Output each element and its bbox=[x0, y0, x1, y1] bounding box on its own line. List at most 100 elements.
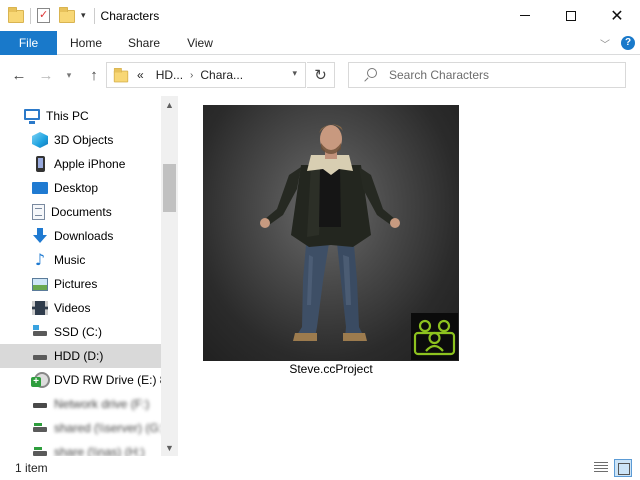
maximize-button[interactable] bbox=[548, 0, 594, 31]
tab-view[interactable]: View bbox=[182, 31, 218, 55]
file-name: Steve.ccProject bbox=[289, 362, 373, 376]
recent-locations-button[interactable]: ▾ bbox=[62, 64, 76, 86]
sidebar-item-apple-iphone[interactable]: Apple iPhone bbox=[0, 152, 161, 176]
title-bar: ▾ Characters ✕ bbox=[0, 0, 640, 31]
up-arrow-icon: ↑ bbox=[90, 66, 98, 84]
desktop-icon bbox=[32, 182, 48, 194]
tab-home[interactable]: Home bbox=[64, 31, 108, 55]
ribbon-tabs: File Home Share View ﹀ ? bbox=[0, 31, 640, 55]
character-creator-project-icon bbox=[411, 313, 458, 360]
window-title: Characters bbox=[100, 8, 160, 23]
toolbar-divider bbox=[30, 7, 31, 24]
sidebar-item-label: Videos bbox=[54, 301, 91, 315]
pictures-icon bbox=[32, 277, 48, 291]
back-button[interactable]: ← bbox=[9, 64, 29, 86]
navigation-pane-scrollbar[interactable]: ▲ ▼ bbox=[161, 96, 178, 456]
sidebar-item-label: Music bbox=[54, 253, 86, 267]
search-input[interactable]: Search Characters bbox=[348, 62, 626, 88]
refresh-icon: ↻ bbox=[314, 66, 327, 84]
music-icon: ♪ bbox=[34, 250, 46, 269]
quick-access-toolbar: ▾ Characters bbox=[0, 0, 159, 31]
network-drive-icon bbox=[32, 444, 48, 456]
maximize-icon bbox=[566, 10, 576, 21]
refresh-button[interactable]: ↻ bbox=[307, 62, 335, 88]
sidebar-item-3d-objects[interactable]: 3D Objects bbox=[0, 128, 161, 152]
large-icons-view-button[interactable] bbox=[614, 459, 632, 477]
status-bar: 1 item bbox=[0, 456, 640, 480]
ssd-drive-icon bbox=[32, 324, 48, 340]
address-dropdown-icon[interactable]: ▾ bbox=[292, 68, 297, 79]
sidebar-item-network-drive[interactable]: share (\\nas) (H:) bbox=[0, 440, 161, 456]
help-button[interactable]: ? bbox=[620, 31, 636, 55]
navigation-pane: This PC 3D Objects Apple iPhone Desktop … bbox=[0, 96, 178, 456]
sidebar-item-desktop[interactable]: Desktop bbox=[0, 176, 161, 200]
back-arrow-icon: ← bbox=[11, 66, 27, 84]
breadcrumb-separator-icon[interactable]: › bbox=[190, 70, 193, 81]
customize-toolbar-dropdown-icon[interactable]: ▾ bbox=[81, 10, 86, 21]
network-drive-icon bbox=[32, 420, 48, 436]
breadcrumb-characters[interactable]: Chara... bbox=[200, 68, 243, 82]
sidebar-item-label: Apple iPhone bbox=[54, 157, 126, 171]
minimize-button[interactable] bbox=[502, 0, 548, 31]
toolbar-divider bbox=[93, 7, 95, 24]
chevron-down-icon: ▾ bbox=[66, 69, 72, 80]
videos-icon bbox=[32, 301, 48, 315]
new-folder-icon[interactable] bbox=[59, 6, 75, 24]
chevron-down-icon: ▼ bbox=[165, 442, 174, 453]
scroll-up-button[interactable]: ▲ bbox=[161, 96, 178, 113]
breadcrumb-overflow[interactable]: « bbox=[137, 68, 144, 82]
sidebar-item-label: HDD (D:) bbox=[54, 349, 104, 363]
minimize-icon bbox=[520, 15, 530, 16]
sidebar-item-hdd-d[interactable]: HDD (D:) bbox=[0, 344, 161, 368]
tab-share[interactable]: Share bbox=[124, 31, 164, 55]
chevron-down-icon: ﹀ bbox=[600, 39, 610, 51]
dvd-drive-icon bbox=[31, 372, 50, 388]
sidebar-item-label: SSD (C:) bbox=[54, 325, 102, 339]
chevron-up-icon: ▲ bbox=[165, 99, 174, 110]
sidebar-item-dvd-e[interactable]: DVD RW Drive (E:) 89 bbox=[0, 368, 161, 392]
forward-button[interactable]: → bbox=[36, 64, 56, 86]
sidebar-item-label: Downloads bbox=[54, 229, 114, 243]
properties-icon[interactable] bbox=[37, 7, 53, 24]
expand-ribbon-button[interactable]: ﹀ bbox=[597, 31, 613, 55]
network-drive-icon bbox=[32, 396, 48, 412]
documents-icon bbox=[32, 204, 45, 220]
forward-arrow-icon: → bbox=[38, 66, 54, 84]
sidebar-item-network-drive[interactable]: Network drive (F:) bbox=[0, 392, 161, 416]
breadcrumb-hdd[interactable]: HD... bbox=[156, 68, 183, 82]
tab-file[interactable]: File bbox=[0, 31, 57, 55]
sidebar-item-pictures[interactable]: Pictures bbox=[0, 272, 161, 296]
file-thumbnail bbox=[203, 105, 459, 361]
file-list-pane: Steve.ccProject bbox=[178, 96, 640, 456]
search-icon bbox=[363, 68, 377, 82]
up-button[interactable]: ↑ bbox=[84, 64, 104, 86]
sidebar-item-this-pc[interactable]: This PC bbox=[0, 104, 161, 128]
3d-objects-icon bbox=[32, 132, 48, 148]
sidebar-item-downloads[interactable]: Downloads bbox=[0, 224, 161, 248]
sidebar-item-music[interactable]: ♪ Music bbox=[0, 248, 161, 272]
item-count: 1 item bbox=[15, 461, 48, 475]
sidebar-item-label: Pictures bbox=[54, 277, 98, 291]
close-icon: ✕ bbox=[610, 5, 624, 25]
sidebar-item-label: shared (\\server) (G:) bbox=[54, 421, 161, 435]
sidebar-item-label: Network drive (F:) bbox=[54, 397, 150, 411]
sidebar-item-ssd-c[interactable]: SSD (C:) bbox=[0, 320, 161, 344]
scroll-down-button[interactable]: ▼ bbox=[161, 439, 178, 456]
sidebar-item-label: 3D Objects bbox=[54, 133, 114, 147]
sidebar-item-videos[interactable]: Videos bbox=[0, 296, 161, 320]
sidebar-item-label: This PC bbox=[46, 109, 89, 123]
sidebar-item-label: DVD RW Drive (E:) 89 bbox=[54, 373, 161, 387]
scrollbar-thumb[interactable] bbox=[163, 164, 176, 212]
folder-icon bbox=[8, 6, 24, 24]
address-bar[interactable]: « HD... › Chara... ▾ bbox=[106, 62, 306, 88]
sidebar-item-documents[interactable]: Documents bbox=[0, 200, 161, 224]
this-pc-icon bbox=[24, 109, 40, 124]
file-item[interactable]: Steve.ccProject bbox=[202, 104, 460, 380]
help-icon: ? bbox=[621, 36, 635, 50]
details-view-button[interactable] bbox=[593, 460, 609, 476]
sidebar-item-label: share (\\nas) (H:) bbox=[54, 445, 145, 456]
sidebar-item-network-drive[interactable]: shared (\\server) (G:) bbox=[0, 416, 161, 440]
downloads-icon bbox=[32, 228, 48, 244]
close-button[interactable]: ✕ bbox=[594, 0, 640, 31]
hdd-drive-icon bbox=[32, 348, 48, 364]
